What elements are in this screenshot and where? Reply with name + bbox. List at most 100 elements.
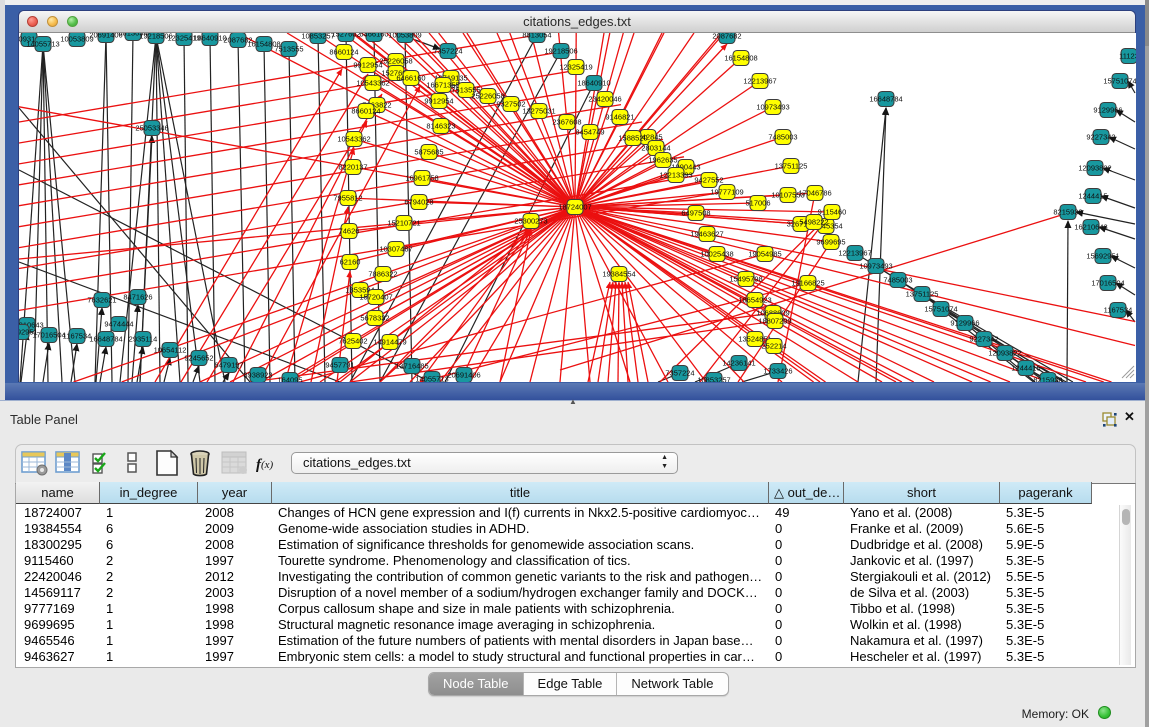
svg-text:18640910: 18640910	[577, 79, 610, 88]
svg-text:8454749: 8454749	[575, 128, 604, 137]
svg-text:7886322: 7886322	[368, 270, 397, 279]
svg-text:1167534: 1167534	[1104, 306, 1133, 315]
svg-text:15692951: 15692951	[1086, 252, 1119, 261]
svg-text:25053346: 25053346	[135, 124, 168, 133]
svg-text:9699695: 9699695	[816, 238, 845, 247]
svg-text:16961758: 16961758	[405, 174, 438, 183]
svg-text:10307487: 10307487	[379, 245, 412, 254]
svg-text:18807299: 18807299	[758, 317, 791, 326]
svg-text:10053809: 10053809	[388, 33, 421, 40]
svg-text:20691406: 20691406	[447, 371, 480, 380]
svg-text:6794028: 6794028	[404, 198, 433, 207]
svg-text:16210643: 16210643	[1074, 223, 1107, 232]
svg-text:6479197: 6479197	[214, 361, 243, 370]
svg-text:5678332: 5678332	[360, 314, 389, 323]
svg-text:19218506: 19218506	[544, 47, 577, 56]
svg-text:7625402: 7625402	[338, 337, 367, 346]
svg-text:12213393: 12213393	[659, 171, 692, 180]
svg-text:15751074: 15751074	[1103, 77, 1136, 86]
svg-text:8220137: 8220137	[338, 163, 367, 172]
svg-text:13751125: 13751125	[775, 162, 808, 171]
svg-text:5875685: 5875685	[414, 148, 443, 157]
svg-text:252214: 252214	[761, 342, 786, 351]
svg-text:1167534: 1167534	[63, 332, 92, 341]
svg-text:25300273: 25300273	[514, 217, 547, 226]
svg-text:14236141: 14236141	[722, 359, 755, 368]
svg-text:12213967: 12213967	[838, 249, 871, 258]
svg-text:1588520: 1588520	[618, 134, 647, 143]
svg-text:15210721: 15210721	[387, 219, 420, 228]
svg-text:17016504: 17016504	[32, 331, 65, 340]
svg-text:7955812: 7955812	[333, 194, 362, 203]
svg-text:17046786: 17046786	[798, 189, 831, 198]
svg-text:10543362: 10543362	[356, 79, 389, 88]
svg-text:12093822: 12093822	[988, 349, 1021, 358]
svg-text:7485003: 7485003	[768, 133, 797, 142]
svg-text:1244415: 1244415	[1078, 192, 1107, 201]
svg-text:7357224: 7357224	[665, 369, 694, 378]
svg-text:12325419: 12325419	[559, 63, 592, 72]
svg-text:10973493: 10973493	[756, 103, 789, 112]
svg-text:74626: 74626	[339, 227, 360, 236]
svg-text:6497508: 6497508	[681, 209, 710, 218]
svg-text:13716485: 13716485	[395, 362, 428, 371]
svg-text:7513555: 7513555	[274, 45, 303, 54]
svg-text:17016504: 17016504	[1091, 279, 1124, 288]
svg-text:18654923: 18654923	[738, 296, 771, 305]
svg-text:9474444: 9474444	[104, 320, 133, 329]
svg-text:9427552: 9427552	[694, 176, 723, 185]
svg-text:11123: 11123	[1119, 52, 1136, 61]
svg-text:14055713: 14055713	[415, 375, 448, 383]
svg-text:16648784: 16648784	[89, 335, 122, 344]
svg-text:15720407: 15720407	[359, 293, 392, 302]
svg-text:7632621: 7632621	[87, 296, 116, 305]
svg-text:10654112: 10654112	[154, 346, 187, 355]
svg-text:8660124: 8660124	[329, 48, 358, 57]
svg-text:10853257: 10853257	[301, 33, 334, 41]
svg-text:16154808: 16154808	[724, 54, 757, 63]
svg-text:9115460: 9115460	[818, 208, 847, 217]
svg-text:(x): (x)	[261, 459, 274, 471]
svg-text:2935114: 2935114	[129, 335, 158, 344]
svg-text:10543362: 10543362	[337, 135, 370, 144]
svg-text:15751074: 15751074	[924, 305, 957, 314]
svg-text:19384554: 19384554	[602, 270, 635, 279]
svg-text:18640910: 18640910	[193, 34, 226, 43]
svg-text:10025438: 10025438	[700, 250, 733, 259]
svg-text:1733426: 1733426	[763, 367, 792, 376]
svg-text:9227342: 9227342	[1086, 133, 1115, 142]
svg-text:7357224: 7357224	[433, 47, 462, 56]
svg-text:13751125: 13751125	[906, 290, 939, 299]
svg-text:8146323: 8146323	[426, 122, 455, 131]
svg-text:8660124: 8660124	[351, 107, 380, 116]
svg-text:9129966: 9129966	[950, 319, 979, 328]
svg-text:19166825: 19166825	[791, 279, 824, 288]
svg-text:8471626: 8471626	[123, 293, 152, 302]
svg-text:1527602: 1527602	[331, 33, 360, 39]
svg-text:12213967: 12213967	[743, 77, 776, 86]
svg-text:9327502: 9327502	[496, 100, 525, 109]
svg-text:8215938: 8215938	[1053, 208, 1082, 217]
svg-text:12093822: 12093822	[1078, 164, 1111, 173]
svg-text:18724007: 18724007	[558, 203, 591, 212]
svg-text:2803144: 2803144	[641, 144, 670, 153]
svg-text:23420046: 23420046	[588, 95, 621, 104]
svg-text:9457791: 9457791	[325, 361, 354, 370]
svg-text:9912954: 9912954	[424, 97, 453, 106]
svg-text:14055713: 14055713	[26, 40, 59, 49]
svg-text:517006: 517006	[745, 199, 770, 208]
svg-text:9245652: 9245652	[184, 354, 213, 363]
svg-text:5498222: 5498222	[799, 218, 828, 227]
svg-text:8813054: 8813054	[522, 33, 551, 40]
svg-text:1244415: 1244415	[1011, 364, 1040, 373]
svg-text:19054985: 19054985	[748, 250, 781, 259]
svg-text:9146821: 9146821	[605, 113, 634, 122]
svg-text:2367608: 2367608	[552, 118, 581, 127]
svg-text:19777109: 19777109	[710, 188, 743, 197]
svg-text:13275031: 13275031	[522, 107, 555, 116]
svg-text:10853257: 10853257	[697, 376, 730, 383]
svg-text:10973493: 10973493	[859, 262, 892, 271]
svg-text:6466160: 6466160	[359, 33, 388, 39]
svg-text:16648784: 16648784	[869, 95, 902, 104]
svg-text:8938923: 8938923	[243, 371, 272, 380]
